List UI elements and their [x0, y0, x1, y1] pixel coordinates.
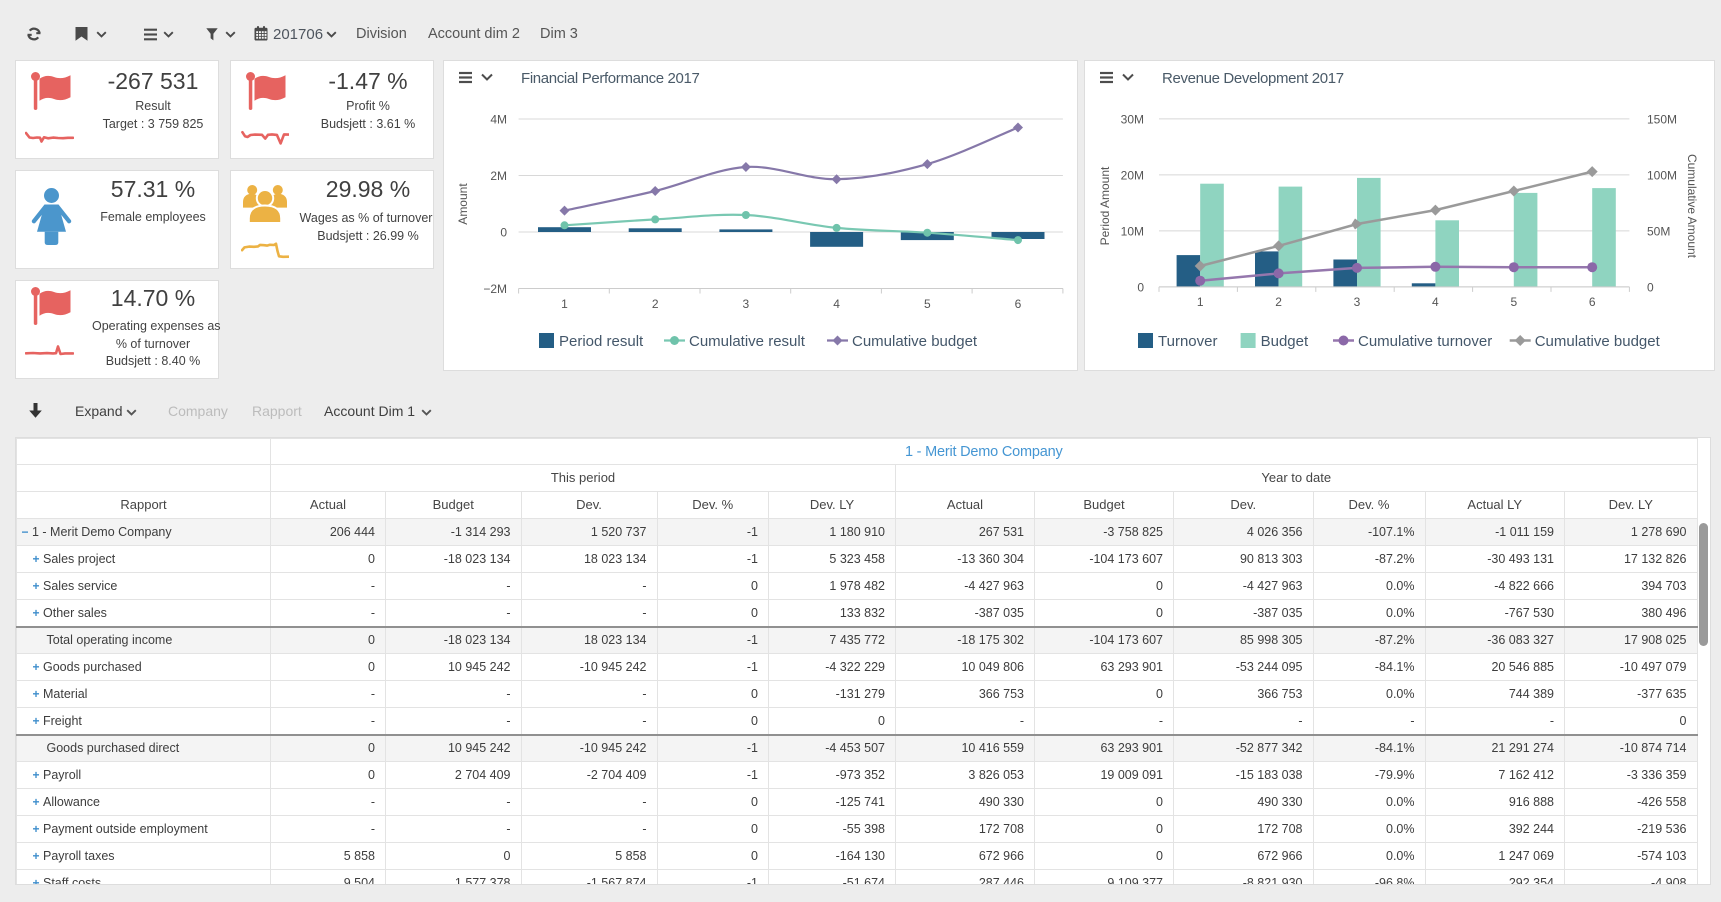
svg-text:1: 1	[561, 297, 568, 311]
svg-text:−2M: −2M	[483, 282, 507, 296]
svg-text:Cumulative turnover: Cumulative turnover	[1358, 333, 1492, 350]
svg-text:Budget: Budget	[1261, 333, 1309, 350]
svg-text:Period Amount: Period Amount	[1098, 166, 1112, 245]
svg-text:Period result: Period result	[559, 333, 644, 350]
svg-text:30M: 30M	[1121, 112, 1144, 126]
svg-text:5: 5	[924, 297, 931, 311]
svg-text:1: 1	[1197, 295, 1204, 309]
svg-text:50M: 50M	[1647, 224, 1670, 238]
svg-text:6: 6	[1015, 297, 1022, 311]
svg-text:0: 0	[1137, 280, 1144, 294]
svg-text:Cumulative budget: Cumulative budget	[852, 333, 978, 350]
svg-text:3: 3	[743, 297, 750, 311]
svg-text:2: 2	[652, 297, 659, 311]
svg-text:0: 0	[500, 226, 507, 240]
svg-text:10M: 10M	[1121, 224, 1144, 238]
svg-text:2: 2	[1275, 295, 1282, 309]
svg-text:4: 4	[1432, 295, 1439, 309]
svg-text:Cumulative budget: Cumulative budget	[1535, 333, 1661, 350]
svg-text:4: 4	[833, 297, 840, 311]
svg-text:Revenue Development 2017: Revenue Development 2017	[1162, 70, 1344, 87]
svg-text:2M: 2M	[490, 169, 507, 183]
svg-text:Cumulative result: Cumulative result	[689, 333, 806, 350]
svg-text:3: 3	[1354, 295, 1361, 309]
svg-text:150M: 150M	[1647, 112, 1677, 126]
svg-text:0: 0	[1647, 280, 1654, 294]
svg-text:6: 6	[1589, 295, 1596, 309]
svg-text:Cumulative Amount: Cumulative Amount	[1685, 154, 1699, 259]
svg-text:100M: 100M	[1647, 168, 1677, 182]
svg-text:Turnover: Turnover	[1158, 333, 1217, 350]
svg-text:Financial Performance 2017: Financial Performance 2017	[521, 70, 700, 87]
svg-text:Amount: Amount	[456, 183, 470, 225]
svg-text:4M: 4M	[490, 113, 507, 127]
svg-text:20M: 20M	[1121, 168, 1144, 182]
svg-text:5: 5	[1510, 295, 1517, 309]
